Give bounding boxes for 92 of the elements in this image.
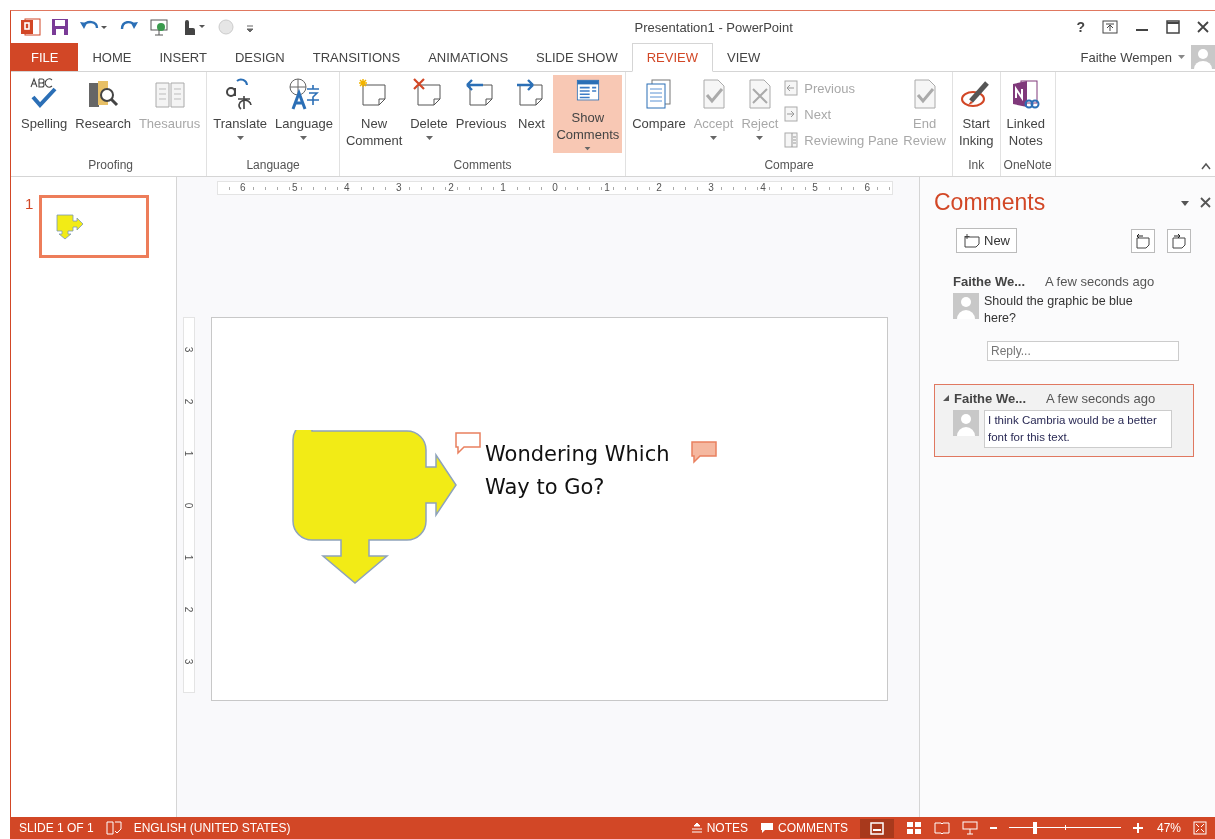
dropdown-caret-icon	[425, 136, 433, 141]
pane-options-icon[interactable]	[1180, 198, 1190, 207]
normal-view-icon[interactable]	[859, 818, 894, 838]
pane-title: Comments	[934, 189, 1046, 216]
comment-card[interactable]: Faithe We... A few seconds ago I think Cambria would be a better font for this text.	[934, 384, 1194, 457]
ribbon-tab[interactable]: INSERT	[145, 43, 221, 71]
notes-button[interactable]: NOTES	[690, 821, 748, 835]
close-icon[interactable]	[1197, 20, 1209, 34]
comment-card[interactable]: Faithe We... A few seconds ago Should the graphic be blue here? Reply...	[934, 267, 1194, 370]
ribbon-tab[interactable]: VIEW	[713, 43, 775, 71]
group-label: Comments	[452, 158, 513, 174]
slide-number: 1	[25, 195, 34, 212]
fit-to-window-icon[interactable]	[1193, 821, 1207, 835]
save-icon[interactable]	[51, 18, 69, 36]
comment-time: A few seconds ago	[1045, 274, 1155, 289]
horizontal-ruler: 6 5 4 3 2 1 0 1 2 3 4 5 6	[217, 181, 893, 195]
ribbon-tab[interactable]: REVIEW	[631, 43, 713, 72]
comments-button[interactable]: COMMENTS	[759, 821, 848, 835]
ribbon-button[interactable]: Delete	[407, 75, 451, 153]
ribbon-button[interactable]: Language	[272, 75, 336, 153]
slide-thumbnail[interactable]	[39, 195, 150, 258]
slideshow-icon[interactable]	[961, 821, 978, 835]
comment-time: A few seconds ago	[1046, 391, 1156, 406]
group-label: OneNote	[1003, 158, 1052, 174]
collapse-triangle-icon[interactable]	[943, 395, 950, 402]
dropdown-caret-icon	[236, 136, 244, 141]
next-comment-icon	[783, 106, 800, 122]
dropdown-caret-icon	[710, 136, 718, 141]
group-label: Ink	[967, 158, 986, 174]
account-button[interactable]: Faithe Wempen	[1080, 49, 1172, 65]
avatar-icon	[953, 410, 979, 436]
ribbon-tab[interactable]: HOME	[78, 43, 146, 71]
maximize-icon[interactable]	[1166, 20, 1180, 34]
next-comment-button[interactable]	[1167, 228, 1191, 253]
slide-counter: SLIDE 1 OF 1	[19, 821, 94, 835]
comment-text: Should the graphic be blue here?	[984, 293, 1134, 327]
ribbon-display-icon[interactable]	[1102, 20, 1118, 34]
ribbon-button[interactable]: Translate	[210, 75, 271, 153]
zoom-slider-thumb[interactable]	[1032, 822, 1037, 834]
ribbon-tab[interactable]: TRANSITIONS	[298, 43, 415, 71]
app-icon	[21, 18, 41, 36]
ribbon-button[interactable]: Next	[511, 75, 552, 153]
slide-sorter-icon[interactable]	[905, 821, 922, 835]
collapse-ribbon-icon[interactable]	[1201, 162, 1211, 170]
previous-comment-button[interactable]	[1131, 228, 1155, 253]
zoom-in-icon[interactable]	[1132, 823, 1143, 833]
pane-icon	[783, 132, 800, 148]
comment-marker-icon[interactable]	[454, 431, 482, 455]
group-label: Compare	[763, 158, 815, 174]
avatar-icon	[953, 293, 979, 319]
next-comment-icon	[1171, 232, 1187, 249]
close-icon[interactable]	[1200, 197, 1211, 208]
ribbon-button[interactable]: New Comment	[342, 75, 406, 153]
ribbon-button[interactable]: Show Comments	[553, 75, 623, 153]
ribbon-button[interactable]: Linked Notes	[1003, 75, 1048, 153]
language-status[interactable]: ENGLISH (UNITED STATES)	[133, 821, 291, 835]
group-label: Proofing	[87, 158, 134, 174]
vertical-ruler: 3 2 1 0 1 2 3	[183, 317, 195, 693]
comment-text: I think Cambria would be a better font for this text.	[984, 410, 1172, 448]
group-label: Language	[245, 158, 301, 174]
zoom-slider[interactable]	[1008, 821, 1121, 835]
comment-author: Faithe We...	[954, 391, 1027, 406]
ribbon-tab[interactable]: SLIDE SHOW	[522, 43, 632, 71]
reading-view-icon[interactable]	[933, 821, 950, 835]
previous-comment-icon	[783, 80, 800, 96]
notes-icon	[690, 822, 703, 834]
dropdown-caret-icon	[584, 146, 592, 151]
dropdown-caret-icon	[756, 136, 764, 141]
comment-marker-icon[interactable]	[690, 440, 718, 464]
new-comment-button[interactable]: New	[956, 228, 1017, 253]
zoom-level[interactable]: 47%	[1156, 821, 1181, 835]
ribbon-tab[interactable]: ANIMATIONS	[414, 43, 523, 71]
spell-check-icon[interactable]	[105, 821, 122, 835]
file-tab[interactable]: FILE	[11, 43, 79, 71]
ribbon-button[interactable]: Spelling	[18, 75, 71, 153]
reply-field[interactable]: Reply...	[987, 341, 1179, 361]
dropdown-caret-icon[interactable]	[1178, 54, 1185, 60]
new-comment-icon	[963, 233, 981, 248]
ribbon-button[interactable]: Previous	[452, 75, 510, 153]
ribbon-button[interactable]: Compare	[629, 75, 689, 153]
help-button[interactable]: ?	[1076, 19, 1085, 35]
globe-icon	[286, 77, 321, 111]
ribbon-button[interactable]: Research	[72, 75, 134, 153]
slide-title-text[interactable]: Wondering Which Way to Go?	[485, 438, 700, 504]
dropdown-caret-icon	[300, 136, 308, 141]
slideshow-icon[interactable]	[149, 18, 169, 36]
comment-icon	[759, 822, 774, 834]
comment-author: Faithe We...	[953, 274, 1026, 289]
window-title: Presentation1 - PowerPoint	[633, 19, 794, 35]
previous-comment-icon	[1135, 232, 1151, 249]
ribbon-tab[interactable]: DESIGN	[220, 43, 299, 71]
ribbon-button[interactable]: Start Inking	[955, 75, 997, 153]
